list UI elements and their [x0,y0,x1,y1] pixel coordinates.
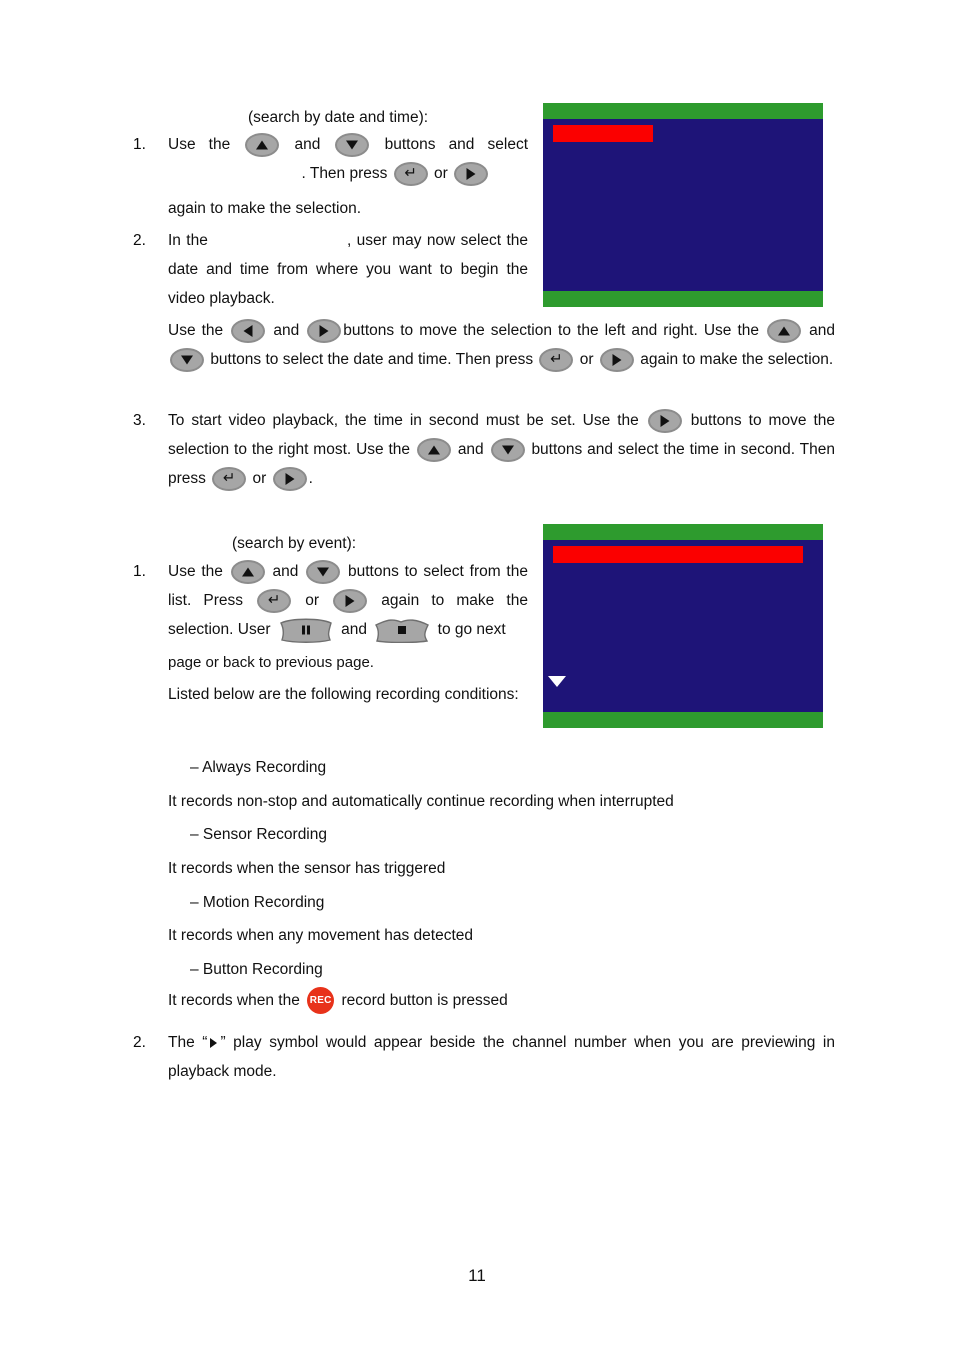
step-1-3-part-f: . [308,470,313,487]
step-2-1-text: Use the and buttons to select from the l… [168,557,528,644]
down-button-icon[interactable] [335,132,370,157]
dt-par-part-g: again to make the selection. [640,351,834,368]
dt-par-part-d: and [809,322,836,339]
step-number-1-2: 2. [133,232,146,249]
step-number-2-2: 2. [133,1034,146,1051]
rec-button-icon[interactable]: REC [307,987,335,1015]
enter-button-icon-3[interactable]: ↵ [212,466,247,491]
ev-part-h: page or back to previous page. [168,654,374,671]
screen-highlight-row [553,125,653,142]
step-1-1-part-b: and [294,136,321,153]
enter-button-icon[interactable]: ↵ [393,161,428,186]
pause-glyph [301,625,310,635]
condition-3-desc-before: It records when the [168,992,300,1009]
up-button-icon[interactable] [245,132,280,157]
condition-desc-1: It records when the sensor has triggered [168,860,446,877]
ev-part-b: and [272,563,299,580]
stop-button-icon[interactable] [374,617,430,643]
ev-part-d: or [305,592,320,609]
dt-par-part-b: and [273,322,300,339]
down-button-icon-4[interactable] [306,559,341,584]
enter-button-icon-4[interactable]: ↵ [257,588,292,613]
scroll-down-arrow-icon [548,676,566,687]
step-1-1-part-e: or [434,165,448,182]
step-number-2-1: 1. [133,563,146,580]
down-button-icon-2[interactable] [170,347,204,372]
step-1-1-text: Use the and buttons and select . Then pr… [168,130,528,188]
dt-par-part-e: buttons to select the date and time. The… [210,351,534,368]
screen-top-bar [543,103,823,119]
step-1-3-part-a: To start video playback, the time in sec… [168,412,639,429]
screen-highlight-row-2 [553,546,803,563]
step-1-3-part-e: or [252,470,267,487]
left-button-icon[interactable] [231,318,266,343]
down-button-icon-3[interactable] [490,437,525,462]
screenshot-event-menu [543,524,823,728]
step-1-1-part-d: . Then press [301,165,388,182]
right-button-icon-2[interactable] [307,318,342,343]
play-symbol-icon [210,1037,218,1048]
date-time-paragraph: Use the and buttons to move the selectio… [168,316,835,374]
screenshot-date-time-menu [543,103,823,307]
stop-glyph [398,625,407,634]
up-button-icon-3[interactable] [416,437,451,462]
enter-button-icon-2[interactable]: ↵ [539,347,574,372]
step-2-2-text: The “” play symbol would appear beside t… [168,1028,835,1086]
dt-par-part-f: or [579,351,594,368]
menu-name-placeholder-2 [213,232,347,249]
ev2-part-a: The “ [168,1034,208,1051]
dt-par-part-c: buttons to move the selection to the lef… [343,322,759,339]
step-1-1-part-a: Use the [168,136,231,153]
step-1-2-part-a: In the [168,232,208,249]
section-date-time-heading: (search by date and time): [248,109,429,126]
step-1-1-part-c: buttons and select [384,136,529,153]
condition-desc-2: It records when any movement has detecte… [168,927,473,944]
listed-intro: Listed below are the following recording… [168,686,519,703]
condition-desc-3: It records when the REC record button is… [168,986,848,1015]
right-button-icon-3[interactable] [599,347,634,372]
step-number-1-3: 3. [133,412,146,429]
condition-desc-0: It records non-stop and automatically co… [168,793,674,810]
ev2-part-b: ” play symbol would appear beside the ch… [168,1034,835,1080]
step-1-1-part-f: again to make the selection. [168,200,362,217]
page-number: 11 [468,1266,486,1285]
ev-part-a: Use the [168,563,223,580]
step-1-2-text: In the , user may now select the date an… [168,226,528,313]
screen-top-bar-2 [543,524,823,540]
document-page: (search by date and time): 1. Use the an… [0,0,954,1350]
step-1-3-part-c: and [457,441,484,458]
right-button-icon-5[interactable] [272,466,307,491]
section-event-heading: (search by event): [232,535,357,552]
screen-bottom-bar [543,291,823,307]
right-button-icon[interactable] [454,161,489,186]
menu-name-placeholder-1 [168,165,297,182]
up-button-icon-2[interactable] [767,318,802,343]
pause-button-icon[interactable] [278,617,334,643]
right-button-icon-6[interactable] [333,588,368,613]
ev-part-g: to go next [437,621,506,638]
dt-par-part-a: Use the [168,322,224,339]
condition-3-desc-after: record button is pressed [341,992,508,1009]
screen-bottom-bar-2 [543,712,823,728]
step-1-3-text: To start video playback, the time in sec… [168,406,835,493]
condition-title-2: – Motion Recording [190,894,325,911]
step-number-1-1: 1. [133,136,146,153]
condition-title-3: – Button Recording [190,961,323,978]
up-button-icon-4[interactable] [230,559,265,584]
right-button-icon-4[interactable] [647,408,682,433]
ev-part-f: and [341,621,368,638]
condition-title-1: – Sensor Recording [190,826,327,843]
condition-title-0: – Always Recording [190,759,327,776]
